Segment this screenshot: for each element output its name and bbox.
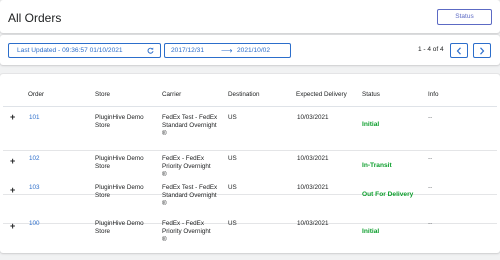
- expand-row-icon[interactable]: +: [10, 185, 15, 195]
- page-title: All Orders: [8, 11, 62, 25]
- chevron-left-icon: [456, 47, 461, 55]
- range-arrow-icon: ⟶: [221, 46, 233, 55]
- store-line-1: PluginHive Demo: [95, 220, 144, 227]
- store-line-2: Store: [95, 122, 111, 129]
- expected-delivery-cell: 10/03/2021: [297, 155, 329, 162]
- status-badge: Initial: [362, 228, 380, 235]
- pagination-text: 1 - 4 of 4: [418, 46, 444, 53]
- column-header-expected-delivery: Expected Delivery: [296, 91, 347, 98]
- column-header-order: Order: [28, 91, 45, 98]
- status-badge: Out For Delivery: [362, 191, 414, 198]
- column-header-carrier: Carrier: [162, 91, 182, 98]
- carrier-line-1: FedEx Test - FedEx: [162, 184, 218, 191]
- refresh-icon: [147, 47, 154, 54]
- order-link[interactable]: 103: [29, 184, 40, 192]
- status-badge: In-Transit: [362, 162, 392, 169]
- carrier-line-1: FedEx - FedEx: [162, 155, 204, 162]
- next-page-button[interactable]: [473, 43, 491, 58]
- column-header-destination: Destination: [228, 91, 260, 98]
- info-cell: --: [428, 155, 433, 162]
- info-cell: --: [428, 184, 433, 191]
- store-line-1: PluginHive Demo: [95, 114, 144, 121]
- expand-row-icon[interactable]: +: [10, 221, 15, 231]
- expected-delivery-cell: 10/03/2021: [297, 114, 329, 121]
- carrier-line-2: Standard Overnight: [162, 192, 217, 199]
- store-line-1: PluginHive Demo: [95, 184, 144, 191]
- destination-cell: US: [228, 155, 237, 162]
- carrier-line-2: Priority Overnight: [162, 163, 211, 170]
- info-cell: --: [428, 220, 433, 227]
- registered-mark: ®: [162, 200, 167, 207]
- registered-mark: ®: [162, 171, 167, 178]
- carrier-line-2: Priority Overnight: [162, 228, 211, 235]
- carrier-line-2: Standard Overnight: [162, 122, 217, 129]
- table-row: + 101 PluginHive Demo Store FedEx Test -…: [0, 107, 500, 151]
- order-link[interactable]: 100: [29, 220, 40, 228]
- date-range-picker[interactable]: 2017/12/31 ⟶ 2021/10/02: [164, 43, 291, 58]
- toolbar: Last Updated - 09:36:57 01/10/2021 2017/…: [0, 35, 500, 65]
- expand-row-icon[interactable]: +: [10, 112, 15, 122]
- store-line-2: Store: [95, 228, 111, 235]
- expected-delivery-cell: 10/03/2021: [297, 220, 329, 227]
- carrier-line-1: FedEx - FedEx: [162, 220, 204, 227]
- order-link[interactable]: 102: [29, 155, 40, 163]
- expected-delivery-cell: 10/03/2021: [297, 184, 329, 191]
- registered-mark: ®: [162, 236, 167, 243]
- registered-mark: ®: [162, 130, 167, 137]
- status-badge: Initial: [362, 121, 380, 128]
- carrier-line-1: FedEx Test - FedEx: [162, 114, 218, 121]
- date-end: 2021/10/02: [237, 47, 271, 54]
- chevron-right-icon: [480, 47, 485, 55]
- column-header-info: Info: [428, 91, 439, 98]
- store-line-2: Store: [95, 163, 111, 170]
- date-start: 2017/12/31: [171, 47, 205, 54]
- info-cell: --: [428, 114, 433, 121]
- order-link[interactable]: 101: [29, 114, 40, 122]
- destination-cell: US: [228, 184, 237, 191]
- orders-table: Order Store Carrier Destination Expected…: [0, 74, 500, 253]
- last-updated-label: Last Updated - 09:36:57 01/10/2021: [17, 47, 123, 54]
- store-line-2: Store: [95, 192, 111, 199]
- table-row: + 100 PluginHive Demo Store FedEx - FedE…: [0, 216, 500, 260]
- store-line-1: PluginHive Demo: [95, 155, 144, 162]
- last-updated-button[interactable]: Last Updated - 09:36:57 01/10/2021: [8, 43, 161, 58]
- destination-cell: US: [228, 114, 237, 121]
- expand-row-icon[interactable]: +: [10, 156, 15, 166]
- status-button[interactable]: Status: [437, 9, 492, 25]
- column-header-status: Status: [362, 91, 380, 98]
- header-card: All Orders Status: [0, 0, 500, 33]
- destination-cell: US: [228, 220, 237, 227]
- column-header-store: Store: [95, 91, 111, 98]
- prev-page-button[interactable]: [450, 43, 468, 58]
